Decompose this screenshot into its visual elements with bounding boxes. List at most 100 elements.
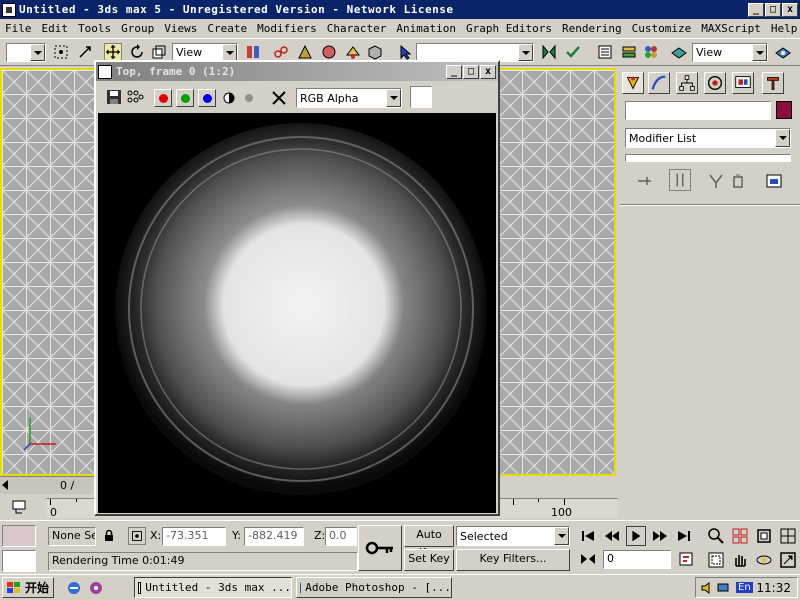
snap-toggle-icon[interactable] bbox=[344, 43, 362, 61]
current-frame-field[interactable]: 0 bbox=[603, 550, 671, 569]
z-coord-field[interactable]: 0.0 bbox=[325, 527, 357, 546]
modifier-list-dropdown[interactable]: Modifier List bbox=[625, 128, 791, 148]
menu-group[interactable]: Group bbox=[116, 22, 159, 35]
menu-character[interactable]: Character bbox=[322, 22, 392, 35]
bind-space-warp-icon[interactable] bbox=[320, 43, 338, 61]
utilities-tab-icon[interactable] bbox=[762, 72, 784, 94]
play-animation-icon[interactable] bbox=[626, 526, 646, 546]
zoom-extents-all-icon[interactable] bbox=[778, 526, 798, 546]
menu-tools[interactable]: Tools bbox=[73, 22, 116, 35]
remove-modifier-icon[interactable] bbox=[729, 172, 747, 190]
render-window-close-button[interactable]: x bbox=[480, 64, 496, 79]
display-tab-icon[interactable] bbox=[732, 72, 754, 94]
menu-maxscript[interactable]: MAXScript bbox=[696, 22, 766, 35]
taskbar-item-photoshop[interactable]: Adobe Photoshop - [... bbox=[296, 577, 452, 598]
motion-tab-icon[interactable] bbox=[704, 72, 726, 94]
select-scale-icon[interactable] bbox=[150, 43, 168, 61]
field-of-view-icon[interactable] bbox=[706, 550, 726, 570]
hierarchy-tab-icon[interactable] bbox=[676, 72, 698, 94]
select-object-icon[interactable] bbox=[52, 43, 70, 61]
selection-filter-dropdown[interactable] bbox=[6, 43, 46, 62]
taskbar-item-3dsmax[interactable]: Untitled - 3ds max ... bbox=[134, 577, 292, 598]
channel-display-dropdown[interactable]: RGB Alpha bbox=[296, 88, 402, 108]
start-button[interactable]: 开始 bbox=[2, 577, 54, 598]
quick-render-icon[interactable] bbox=[774, 43, 792, 61]
render-window-maximize-button[interactable]: □ bbox=[463, 64, 479, 79]
input-language-indicator[interactable]: En bbox=[736, 582, 753, 593]
schematic-view-icon[interactable] bbox=[620, 43, 638, 61]
set-key-mode-button[interactable] bbox=[358, 525, 402, 571]
menu-file[interactable]: File bbox=[0, 22, 37, 35]
modifier-stack[interactable] bbox=[625, 154, 791, 162]
rendered-image[interactable] bbox=[98, 113, 496, 513]
alpha-channel-toggle-icon[interactable] bbox=[244, 93, 254, 103]
maxscript-listener-box[interactable] bbox=[2, 525, 36, 547]
internet-explorer-icon[interactable] bbox=[66, 580, 82, 596]
zoom-extents-icon[interactable] bbox=[754, 526, 774, 546]
configure-modifier-sets-icon[interactable] bbox=[765, 172, 783, 190]
restore-button[interactable]: □ bbox=[765, 2, 781, 17]
menu-views[interactable]: Views bbox=[159, 22, 202, 35]
align-icon[interactable] bbox=[564, 43, 582, 61]
pan-icon[interactable] bbox=[730, 550, 750, 570]
monochrome-toggle-icon[interactable] bbox=[223, 92, 235, 104]
app-icon[interactable] bbox=[2, 2, 16, 17]
y-coord-field[interactable]: -882.419 bbox=[244, 527, 304, 546]
clear-image-icon[interactable] bbox=[270, 89, 288, 107]
go-to-start-icon[interactable] bbox=[578, 526, 598, 546]
network-icon[interactable] bbox=[717, 581, 733, 595]
menu-help[interactable]: Help bbox=[766, 22, 800, 35]
media-player-icon[interactable] bbox=[88, 580, 104, 596]
absolute-offset-mode-icon[interactable] bbox=[128, 527, 146, 545]
green-channel-toggle[interactable] bbox=[176, 89, 194, 107]
open-mini-curve-editor-icon[interactable] bbox=[10, 498, 28, 516]
menu-customize[interactable]: Customize bbox=[627, 22, 697, 35]
blue-channel-toggle[interactable] bbox=[198, 89, 216, 107]
maximize-viewport-icon[interactable] bbox=[778, 550, 798, 570]
angle-snap-icon[interactable] bbox=[366, 43, 384, 61]
create-tab-icon[interactable] bbox=[622, 72, 644, 94]
time-slider[interactable]: 0 / 100 bbox=[0, 476, 96, 505]
viewport-left[interactable] bbox=[0, 68, 96, 476]
mirror-icon[interactable] bbox=[540, 43, 558, 61]
menu-create[interactable]: Create bbox=[202, 22, 252, 35]
previous-frame-icon[interactable] bbox=[602, 526, 622, 546]
material-editor-icon[interactable] bbox=[642, 43, 660, 61]
viewport-right[interactable] bbox=[498, 68, 616, 476]
key-mode-toggle-icon[interactable] bbox=[578, 549, 598, 569]
menu-rendering[interactable]: Rendering bbox=[557, 22, 627, 35]
auto-key-button[interactable]: Auto Key bbox=[404, 525, 454, 559]
minimize-button[interactable]: _ bbox=[748, 2, 764, 17]
select-move-icon[interactable] bbox=[104, 43, 122, 61]
select-by-name-icon[interactable] bbox=[76, 43, 94, 61]
render-type-dropdown[interactable]: View bbox=[692, 43, 768, 62]
pin-stack-icon[interactable] bbox=[635, 172, 653, 190]
arc-rotate-icon[interactable] bbox=[754, 550, 774, 570]
selection-lock-icon[interactable] bbox=[396, 43, 414, 61]
key-mode-dropdown[interactable]: Selected bbox=[456, 526, 570, 546]
save-bitmap-icon[interactable] bbox=[106, 89, 122, 105]
go-to-end-icon[interactable] bbox=[674, 526, 694, 546]
zoom-all-icon[interactable] bbox=[730, 526, 750, 546]
pixel-color-swatch[interactable] bbox=[410, 86, 432, 108]
pivot-center-icon[interactable] bbox=[244, 43, 262, 61]
select-rotate-icon[interactable] bbox=[128, 43, 146, 61]
object-color-swatch[interactable] bbox=[776, 101, 792, 119]
unlink-icon[interactable] bbox=[296, 43, 314, 61]
selection-lock-toggle-icon[interactable] bbox=[102, 529, 116, 543]
make-unique-icon[interactable] bbox=[707, 172, 725, 190]
zoom-icon[interactable] bbox=[706, 526, 726, 546]
key-filters-button[interactable]: Key Filters... bbox=[456, 549, 570, 571]
object-name-field[interactable] bbox=[625, 101, 771, 120]
render-scene-icon[interactable] bbox=[670, 43, 688, 61]
menu-edit[interactable]: Edit bbox=[37, 22, 74, 35]
render-window-titlebar[interactable]: Top, frame 0 (1:2) _ □ x bbox=[96, 62, 498, 81]
modify-tab-icon[interactable] bbox=[648, 72, 670, 94]
time-configuration-icon[interactable] bbox=[676, 549, 696, 569]
x-coord-field[interactable]: -73.351 bbox=[162, 527, 226, 546]
menu-modifiers[interactable]: Modifiers bbox=[252, 22, 322, 35]
red-channel-toggle[interactable] bbox=[154, 89, 172, 107]
select-and-link-icon[interactable] bbox=[272, 43, 290, 61]
close-button[interactable]: x bbox=[782, 2, 798, 17]
next-frame-icon[interactable] bbox=[650, 526, 670, 546]
